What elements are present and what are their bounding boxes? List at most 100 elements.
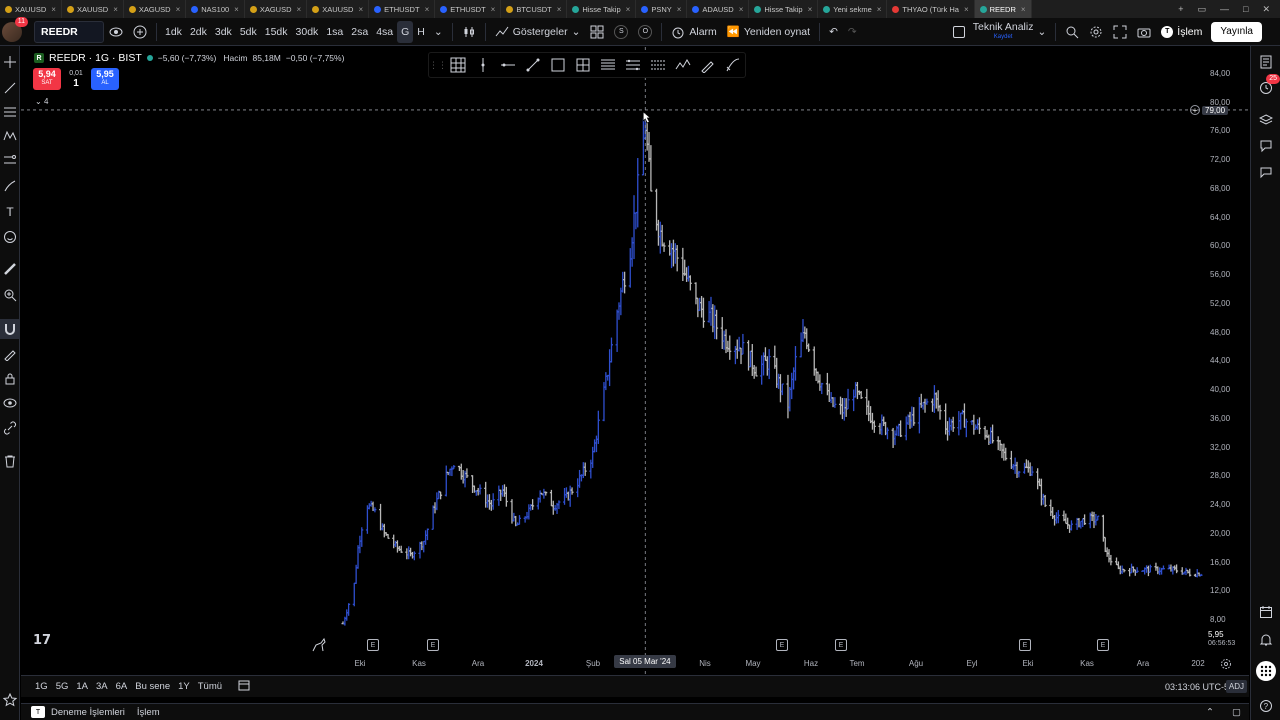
interval-button[interactable]: G <box>397 20 414 43</box>
emoji-icon[interactable] <box>0 227 20 247</box>
close-tab-icon[interactable]: × <box>51 5 56 14</box>
browser-tab[interactable]: Hisse Takip × <box>749 0 819 18</box>
interval-button[interactable]: 15dk <box>261 21 292 43</box>
layout-menu[interactable]: Teknik Analiz Kaydet ⌄ <box>948 21 1052 43</box>
brush-icon[interactable] <box>0 176 20 196</box>
range-button[interactable]: Bu sene <box>131 681 174 692</box>
goto-date-calendar-icon[interactable] <box>238 679 250 694</box>
browser-tab[interactable]: THYAO (Türk Ha × <box>887 0 975 18</box>
magnet-icon[interactable] <box>0 319 20 339</box>
lock-icon[interactable] <box>0 369 20 389</box>
chart-canvas[interactable] <box>21 47 1249 675</box>
fullscreen-icon[interactable] <box>1108 21 1132 43</box>
close-tab-icon[interactable]: × <box>677 5 682 14</box>
curve-icon[interactable] <box>722 55 743 75</box>
trend-line-icon[interactable] <box>0 78 20 98</box>
range-button[interactable]: 3A <box>92 681 112 692</box>
maximize-icon[interactable]: □ <box>1243 4 1248 14</box>
trend-line-tool-icon[interactable] <box>522 55 543 75</box>
drag-handle-icon[interactable]: ⋮⋮ <box>429 55 447 75</box>
vertical-line-icon[interactable] <box>472 55 493 75</box>
help-icon[interactable]: ? <box>1256 696 1276 716</box>
range-button[interactable]: 1G <box>31 681 52 692</box>
interval-button[interactable]: 2sa <box>347 21 372 43</box>
interval-button[interactable]: H <box>413 21 429 43</box>
favorites-star-icon[interactable] <box>0 690 20 710</box>
chevron-down-icon[interactable]: ⌄ <box>429 21 448 43</box>
price-chart[interactable] <box>21 47 1249 675</box>
cast-icon[interactable]: ▭ <box>1198 4 1207 15</box>
earnings-badge[interactable]: E <box>776 639 788 651</box>
ideas-icon[interactable] <box>1256 136 1276 156</box>
earnings-badge[interactable]: E <box>427 639 439 651</box>
interval-button[interactable]: 5dk <box>236 21 261 43</box>
close-tab-icon[interactable]: × <box>739 5 744 14</box>
pattern-icon[interactable] <box>0 126 20 146</box>
rectangle-icon[interactable] <box>547 55 568 75</box>
strategy-icon[interactable]: S <box>609 21 633 43</box>
fib-levels-icon[interactable] <box>597 55 618 75</box>
zoom-in-icon[interactable] <box>0 285 20 305</box>
range-button[interactable]: 1A <box>72 681 92 692</box>
interval-button[interactable]: 2dk <box>186 21 211 43</box>
quick-search-icon[interactable] <box>1060 21 1084 43</box>
close-tab-icon[interactable]: × <box>964 5 969 14</box>
browser-tab[interactable]: PSNY × <box>636 0 688 18</box>
text-icon[interactable]: T <box>0 202 20 222</box>
earnings-badge[interactable]: E <box>835 639 847 651</box>
eye-icon[interactable] <box>104 21 128 43</box>
range-button[interactable]: 1Y <box>174 681 194 692</box>
apps-grid-icon[interactable] <box>1256 661 1276 681</box>
browser-tab[interactable]: REEDR × <box>974 0 1032 18</box>
ruler-icon[interactable] <box>0 259 20 279</box>
close-tab-icon[interactable]: × <box>297 5 302 14</box>
paper-trading-tab[interactable]: Deneme İşlemleri <box>51 707 125 718</box>
close-tab-icon[interactable]: × <box>491 5 496 14</box>
new-tab-icon[interactable]: + <box>1178 4 1183 14</box>
browser-tab[interactable]: XAUUSD × <box>62 0 124 18</box>
expand-panel-chevron-icon[interactable]: ⌃ <box>1206 707 1214 718</box>
fib-retracement-icon[interactable] <box>0 102 20 122</box>
legend-title[interactable]: REEDR · 1G · BIST <box>49 52 142 64</box>
chat-icon[interactable] <box>1256 162 1276 182</box>
trade-button[interactable]: T İşlem <box>1156 21 1207 43</box>
grid-rect-icon[interactable] <box>572 55 593 75</box>
range-button[interactable]: 5G <box>52 681 73 692</box>
add-alert-plus-icon[interactable]: + <box>1190 105 1200 115</box>
adjust-button[interactable]: ADJ <box>1225 680 1247 693</box>
interval-button[interactable]: 1sa <box>322 21 347 43</box>
undo-icon[interactable]: ↶ <box>824 21 843 43</box>
trash-icon[interactable] <box>0 451 20 471</box>
dino-icon[interactable] <box>311 637 327 656</box>
browser-tab[interactable]: Yeni sekme × <box>818 0 888 18</box>
browser-tab[interactable]: Hisse Takip × <box>567 0 637 18</box>
fib-channel-icon[interactable] <box>622 55 643 75</box>
crosshair-icon[interactable] <box>0 52 20 72</box>
browser-tab[interactable]: XAGUSD × <box>245 0 308 18</box>
indicators-collapse-toggle[interactable]: ⌄ 4 <box>35 97 48 106</box>
path-icon[interactable] <box>672 55 693 75</box>
browser-tab[interactable]: ETHUSDT × <box>369 0 436 18</box>
settings-gear-icon[interactable] <box>1084 21 1108 43</box>
brush-tool-icon[interactable] <box>697 55 718 75</box>
browser-tab[interactable]: NAS100 × <box>186 0 245 18</box>
browser-tab[interactable]: ETHUSDT × <box>435 0 502 18</box>
lock-drawing-pencil-icon[interactable] <box>0 344 20 364</box>
add-symbol-icon[interactable] <box>128 21 152 43</box>
close-tab-icon[interactable]: × <box>425 5 430 14</box>
alarm-button[interactable]: Alarm <box>666 21 721 43</box>
close-tab-icon[interactable]: × <box>626 5 631 14</box>
sell-button[interactable]: 5,94 SAT <box>33 68 61 90</box>
notification-bell-icon[interactable] <box>1256 630 1276 650</box>
browser-tab[interactable]: ADAUSD × <box>687 0 750 18</box>
options-icon[interactable]: O <box>633 21 657 43</box>
close-tab-icon[interactable]: × <box>176 5 181 14</box>
camera-icon[interactable] <box>1132 21 1156 43</box>
earnings-badge[interactable]: E <box>1097 639 1109 651</box>
close-tab-icon[interactable]: × <box>877 5 882 14</box>
close-tab-icon[interactable]: × <box>358 5 363 14</box>
replay-button[interactable]: ⏪ Yeniden oynat <box>722 21 815 43</box>
table-icon[interactable] <box>447 55 468 75</box>
candle-type-icon[interactable] <box>457 21 481 43</box>
close-tab-icon[interactable]: × <box>808 5 813 14</box>
